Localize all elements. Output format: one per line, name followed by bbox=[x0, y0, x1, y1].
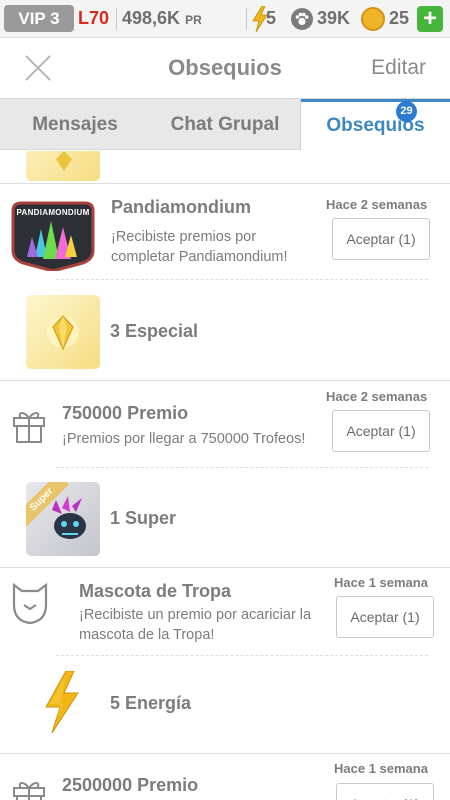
tab-mensajes[interactable]: Mensajes bbox=[0, 99, 150, 150]
coin-icon bbox=[361, 7, 385, 31]
trophy-count: 498,6K PR bbox=[122, 5, 202, 32]
trophy-value: 498,6K bbox=[122, 8, 181, 28]
gift-description-line1: ¡Recibiste premios por bbox=[111, 229, 257, 245]
special-gem-icon bbox=[47, 315, 79, 351]
accept-button[interactable]: Aceptar (1) bbox=[332, 410, 430, 452]
paw-count: 39K bbox=[317, 8, 351, 28]
header: Obsequios Editar bbox=[0, 38, 450, 98]
reward-label: 1 Super bbox=[110, 508, 177, 528]
gift-date: Hace 1 semana bbox=[334, 761, 428, 776]
coin-count: 25 bbox=[389, 8, 410, 28]
status-bar: VIP 3 L70 498,6K PR 5 39K 25 + bbox=[0, 0, 450, 38]
vip-badge[interactable]: VIP 3 bbox=[4, 5, 74, 32]
super-monster-icon bbox=[52, 496, 86, 539]
gift-name: Mascota de Tropa bbox=[79, 581, 232, 601]
gift-icon bbox=[13, 412, 45, 443]
gift-date: Hace 2 semanas bbox=[326, 197, 428, 212]
logo-text: PANDIAMONDIUM bbox=[16, 208, 90, 217]
gift-date: Hace 1 semana bbox=[334, 575, 428, 590]
add-coins-button[interactable]: + bbox=[417, 6, 443, 32]
accept-button[interactable]: Aceptar (1) bbox=[336, 596, 434, 638]
gift-description-line2: mascota de la Tropa! bbox=[79, 627, 215, 643]
gift-name: 750000 Premio bbox=[62, 403, 189, 423]
gift-description-line1: ¡Recibiste un premio por acariciar la bbox=[79, 607, 312, 623]
divider bbox=[246, 8, 247, 30]
reward-label: 3 Especial bbox=[110, 321, 199, 341]
gift-name: Pandiamondium bbox=[111, 197, 252, 217]
divider bbox=[116, 8, 117, 30]
notification-badge: 29 bbox=[396, 101, 417, 122]
row-divider bbox=[56, 279, 428, 280]
energy-count: 5 bbox=[266, 8, 277, 28]
row-separator bbox=[0, 753, 450, 754]
tab-bar: Mensajes Chat Grupal Obsequios bbox=[0, 98, 450, 150]
edit-button[interactable]: Editar bbox=[371, 38, 426, 98]
reward-label: 5 Energía bbox=[110, 693, 192, 713]
gift-description-line1: ¡Premios por llegar a 750000 Trofeos! bbox=[62, 431, 306, 447]
tab-obsequios[interactable]: Obsequios bbox=[301, 99, 450, 150]
reward-tile bbox=[26, 151, 100, 181]
gem-icon bbox=[56, 151, 72, 171]
accept-button[interactable]: Aceptar (1) bbox=[336, 783, 434, 800]
gift-name: 2500000 Premio bbox=[62, 775, 199, 795]
player-level: L70 bbox=[78, 8, 110, 28]
pet-icon bbox=[12, 582, 48, 625]
gift-icon bbox=[13, 782, 45, 800]
gift-date: Hace 2 semanas bbox=[326, 389, 428, 404]
row-separator bbox=[0, 567, 450, 568]
accept-button[interactable]: Aceptar (1) bbox=[332, 218, 430, 260]
trophy-unit: PR bbox=[185, 13, 202, 27]
reward-tile bbox=[26, 295, 100, 369]
row-separator bbox=[0, 183, 450, 184]
reward-tile: Super bbox=[26, 482, 100, 556]
gift-list[interactable]: PANDIAMONDIUM Pandiamondium Hace 2 seman… bbox=[0, 151, 450, 800]
row-divider bbox=[56, 467, 428, 468]
row-separator bbox=[0, 380, 450, 381]
paw-icon bbox=[291, 8, 313, 30]
tab-chat-grupal[interactable]: Chat Grupal bbox=[150, 99, 300, 150]
energy-icon bbox=[45, 671, 79, 733]
row-divider bbox=[56, 655, 428, 656]
gift-description-line2: completar Pandiamondium! bbox=[111, 249, 288, 265]
